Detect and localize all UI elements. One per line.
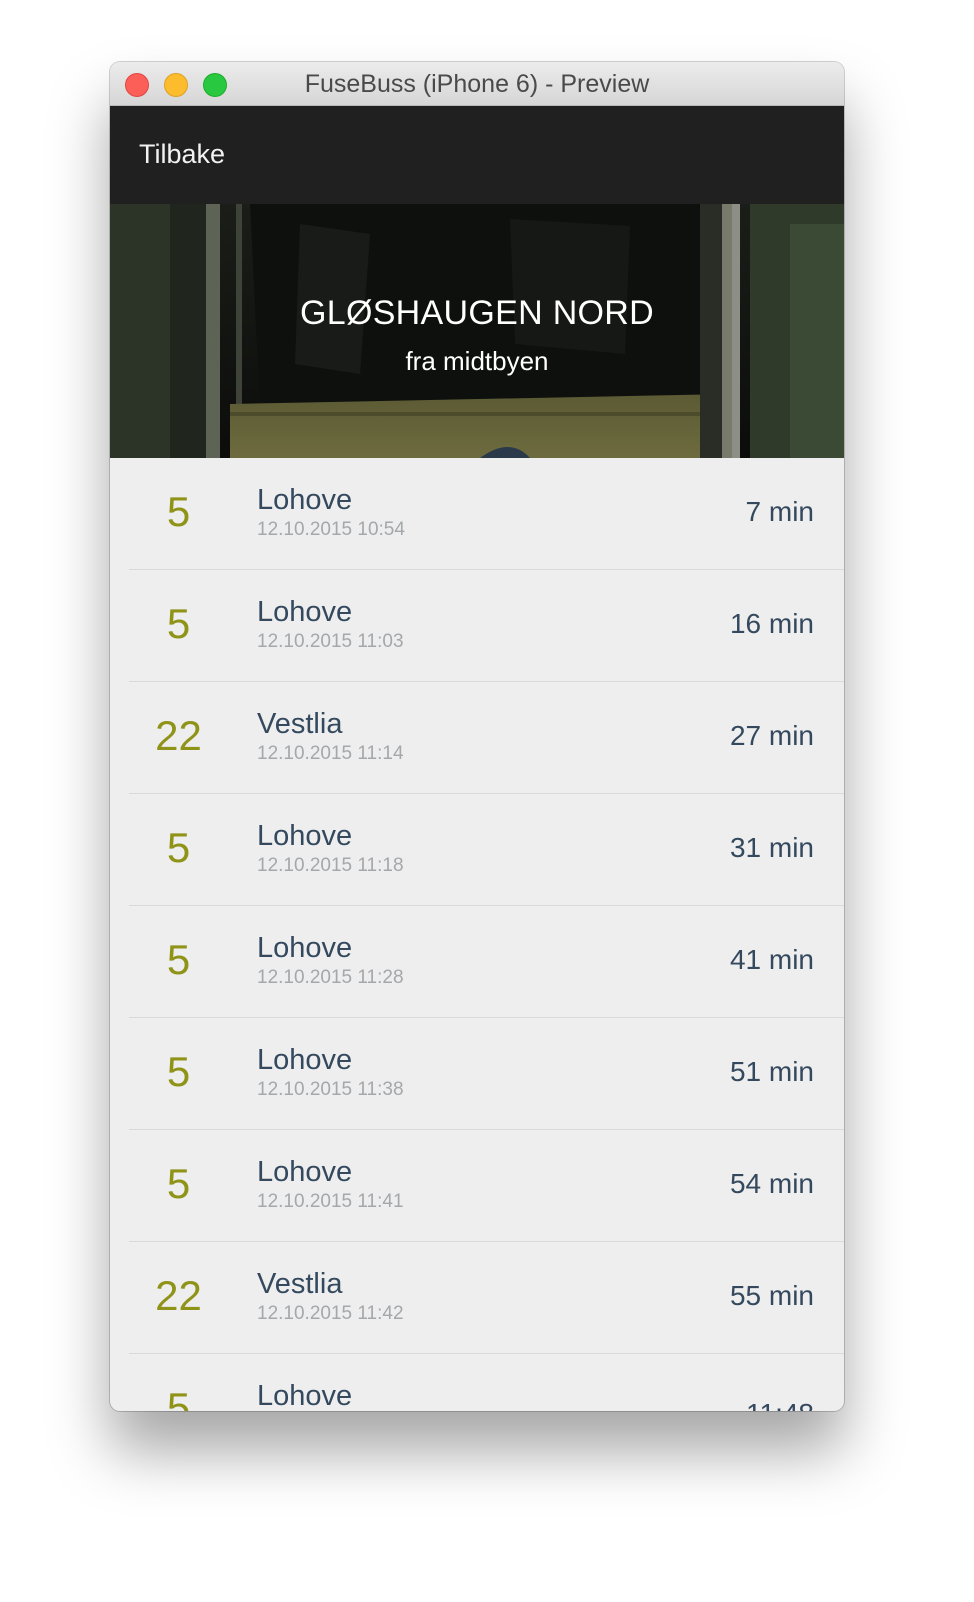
line-number: 5: [166, 1160, 191, 1207]
destination: Lohove: [257, 1156, 353, 1188]
departure-time: 12.10.2015 11:18: [257, 855, 404, 876]
back-button[interactable]: Tilbake: [139, 139, 225, 170]
time-until-departure: 31 min: [729, 832, 814, 863]
departure-row[interactable]: 5 Lohove 12.10.2015 11:18 31 min: [129, 794, 844, 906]
stop-header: GLØSHAUGEN NORD fra midtbyen: [110, 204, 844, 458]
line-number: 5: [166, 824, 191, 871]
departure-time: 12.10.2015 11:42: [257, 1303, 404, 1324]
time-until-departure: 7 min: [745, 496, 814, 527]
stop-direction: fra midtbyen: [405, 346, 549, 376]
window-title: FuseBuss (iPhone 6) - Preview: [304, 70, 650, 98]
line-number: 5: [166, 1048, 191, 1095]
time-until-departure: 54 min: [729, 1168, 814, 1199]
line-number: 5: [166, 488, 191, 535]
departure-row[interactable]: 5 Lohove 12.10.2015 11:38 51 min: [129, 1018, 844, 1130]
departure-row[interactable]: 5 Lohove 12.10.2015 11:41 54 min: [129, 1130, 844, 1242]
departure-row[interactable]: 22 Vestlia 12.10.2015 11:14 27 min: [129, 682, 844, 794]
departure-time: 12.10.2015 11:28: [257, 967, 404, 988]
destination: Lohove: [257, 1380, 353, 1411]
time-until-departure: 27 min: [729, 720, 814, 751]
departure-row[interactable]: 5 Lohove 12.10.2015 10:54 7 min: [129, 458, 844, 570]
departure-time: 12.10.2015 11:38: [257, 1079, 404, 1100]
departure-time: 12.10.2015 11:03: [257, 631, 404, 652]
departure-row[interactable]: 22 Vestlia 12.10.2015 11:42 55 min: [129, 1242, 844, 1354]
destination: Lohove: [257, 596, 353, 628]
departure-row[interactable]: 5 Lohove 12.10.2015 11:28 41 min: [129, 906, 844, 1018]
departure-row[interactable]: 5 Lohove 12.10.2015 11:03 16 min: [129, 570, 844, 682]
line-number: 5: [166, 936, 191, 983]
line-number: 22: [155, 1272, 202, 1319]
departure-time: 12.10.2015 11:41: [257, 1191, 404, 1212]
departure-time: 12.10.2015 10:54: [257, 519, 405, 540]
destination: Lohove: [257, 820, 353, 852]
line-number: 5: [166, 600, 191, 647]
app-window: FuseBuss (iPhone 6) - Preview Tilbake GL…: [110, 62, 844, 1411]
destination: Vestlia: [257, 708, 343, 740]
stop-name: GLØSHAUGEN NORD: [300, 294, 654, 332]
navigation-bar: Tilbake: [110, 106, 844, 204]
time-until-departure: 11:48: [746, 1398, 814, 1411]
departure-time: 12.10.2015 11:14: [257, 743, 404, 764]
line-number: 22: [155, 712, 202, 759]
destination: Vestlia: [257, 1268, 343, 1300]
time-until-departure: 51 min: [729, 1056, 814, 1087]
departure-list[interactable]: 5 Lohove 12.10.2015 10:54 7 min 5 Lohove…: [110, 458, 844, 1411]
destination: Lohove: [257, 1044, 353, 1076]
time-until-departure: 41 min: [729, 944, 814, 975]
destination: Lohove: [257, 484, 353, 516]
departure-row[interactable]: 5 Lohove 11:48: [129, 1354, 844, 1411]
line-number: 5: [166, 1384, 191, 1411]
time-until-departure: 55 min: [729, 1280, 814, 1311]
window-titlebar[interactable]: FuseBuss (iPhone 6) - Preview: [110, 62, 844, 106]
time-until-departure: 16 min: [729, 608, 814, 639]
destination: Lohove: [257, 932, 353, 964]
